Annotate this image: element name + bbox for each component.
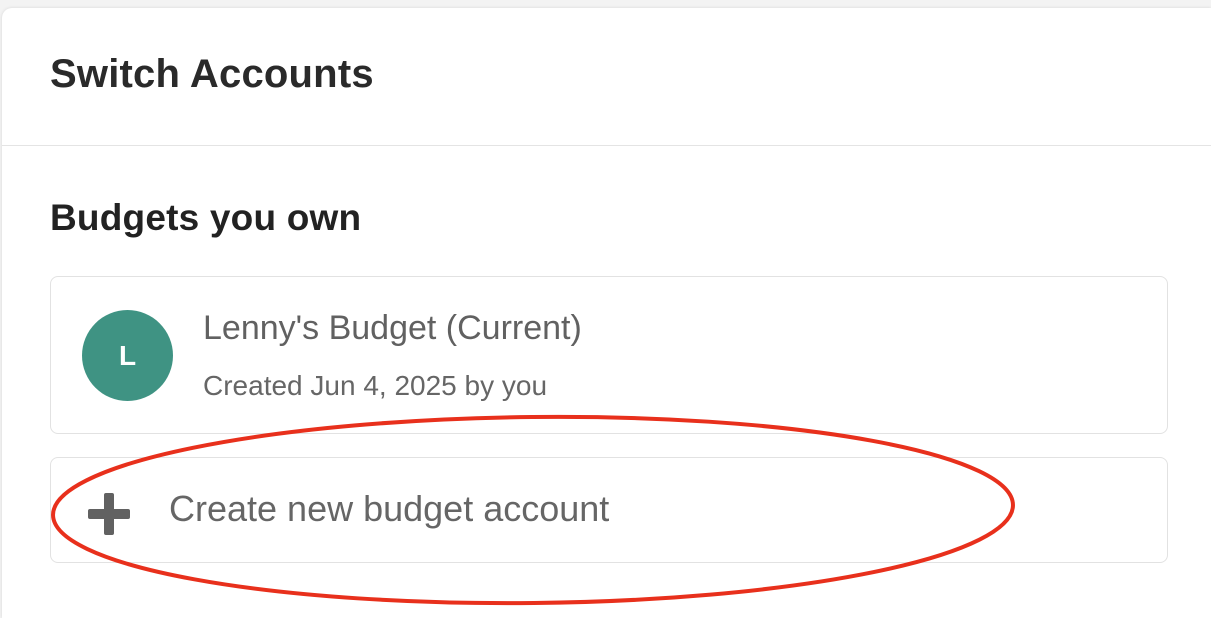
- create-budget-account-button[interactable]: Create new budget account: [50, 457, 1168, 563]
- budget-account-name: Lenny's Budget (Current): [203, 309, 582, 347]
- panel-header: Switch Accounts: [2, 8, 1211, 146]
- budget-account-created-info: Created Jun 4, 2025 by you: [203, 370, 548, 401]
- plus-icon: [88, 493, 130, 535]
- switch-accounts-panel: Switch Accounts Budgets you own L Lenny'…: [2, 8, 1211, 618]
- section-title: Budgets you own: [50, 197, 362, 238]
- avatar: L: [82, 310, 173, 401]
- page-title: Switch Accounts: [50, 52, 374, 96]
- create-budget-account-label: Create new budget account: [169, 488, 610, 529]
- budget-account-card[interactable]: L Lenny's Budget (Current) Created Jun 4…: [50, 276, 1168, 434]
